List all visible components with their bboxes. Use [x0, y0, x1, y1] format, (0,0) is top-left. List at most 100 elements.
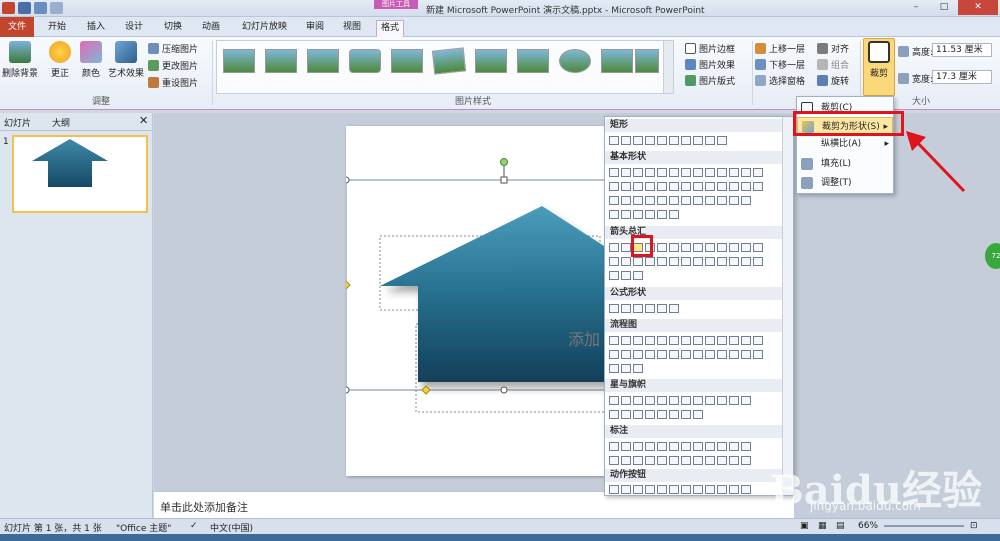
shape-option[interactable]	[657, 456, 667, 465]
shape-option[interactable]	[729, 396, 739, 405]
maximize-button[interactable]: □	[930, 0, 958, 15]
tab-animations[interactable]: 动画	[198, 20, 224, 37]
tab-slides[interactable]: 幻灯片	[4, 116, 31, 129]
tab-review[interactable]: 审阅	[302, 20, 328, 37]
shape-option[interactable]	[693, 442, 703, 451]
tab-home[interactable]: 开始	[44, 20, 70, 37]
shape-option[interactable]	[717, 168, 727, 177]
shape-option[interactable]	[729, 485, 739, 494]
picture-styles-gallery[interactable]	[216, 40, 674, 94]
shape-option[interactable]	[681, 396, 691, 405]
right-arrow-shape[interactable]	[609, 243, 619, 252]
shape-option[interactable]	[621, 271, 631, 280]
shape-option[interactable]	[717, 336, 727, 345]
shape-option[interactable]	[633, 442, 643, 451]
shape-option[interactable]	[741, 336, 751, 345]
shape-option[interactable]	[681, 168, 691, 177]
shape-option[interactable]	[729, 243, 739, 252]
picture-style-thumb[interactable]	[559, 49, 591, 73]
shape-option[interactable]	[753, 168, 763, 177]
shape-option[interactable]	[645, 136, 655, 145]
width-input[interactable]: 17.3 厘米	[932, 70, 992, 84]
divide-shape[interactable]	[645, 304, 655, 313]
shape-option[interactable]	[633, 485, 643, 494]
shape-option[interactable]	[729, 350, 739, 359]
shape-option[interactable]	[753, 257, 763, 266]
sorter-view-icon[interactable]: ▦	[818, 521, 827, 531]
shape-option[interactable]	[609, 396, 619, 405]
shape-option[interactable]	[717, 442, 727, 451]
shape-option[interactable]	[753, 243, 763, 252]
rotate-button[interactable]: 旋转	[817, 74, 849, 87]
shape-option[interactable]	[657, 336, 667, 345]
shape-option[interactable]	[609, 271, 619, 280]
artistic-effects-button[interactable]: 艺术效果	[106, 41, 146, 79]
shape-option[interactable]	[609, 336, 619, 345]
shape-option[interactable]	[657, 396, 667, 405]
shape-option[interactable]	[729, 196, 739, 205]
picture-style-thumb[interactable]	[349, 49, 381, 73]
shape-option[interactable]	[717, 243, 727, 252]
shapes-scrollbar[interactable]	[782, 117, 793, 495]
shape-option[interactable]	[645, 410, 655, 419]
tab-format[interactable]: 格式	[376, 20, 405, 37]
normal-view-icon[interactable]: ▣	[800, 521, 809, 531]
spellcheck-icon[interactable]: ✓	[190, 521, 198, 531]
shape-option[interactable]	[681, 196, 691, 205]
shape-option[interactable]	[633, 196, 643, 205]
picture-style-thumb[interactable]	[265, 49, 297, 73]
shape-option[interactable]	[717, 182, 727, 191]
picture-border-button[interactable]: 图片边框	[685, 42, 735, 55]
shape-option[interactable]	[621, 364, 631, 373]
shape-option[interactable]	[621, 136, 631, 145]
picture-style-thumb[interactable]	[223, 49, 255, 73]
slide-thumbnail[interactable]	[12, 135, 148, 213]
tab-file[interactable]: 文件	[0, 17, 34, 37]
shape-option[interactable]	[621, 257, 631, 266]
color-button[interactable]: 颜色	[77, 41, 105, 79]
shape-option[interactable]	[741, 485, 751, 494]
shape-option[interactable]	[657, 442, 667, 451]
shape-option[interactable]	[693, 410, 703, 419]
shape-option[interactable]	[621, 485, 631, 494]
shape-option[interactable]	[633, 396, 643, 405]
shape-option[interactable]	[705, 396, 715, 405]
height-input[interactable]: 11.53 厘米	[932, 43, 992, 57]
bring-forward-button[interactable]: 上移一层	[755, 42, 805, 55]
shape-option[interactable]	[681, 442, 691, 451]
shape-option[interactable]	[633, 456, 643, 465]
minus-shape[interactable]	[621, 304, 631, 313]
shape-option[interactable]	[645, 257, 655, 266]
shape-option[interactable]	[669, 485, 679, 494]
tab-design[interactable]: 设计	[121, 20, 147, 37]
shape-option[interactable]	[657, 410, 667, 419]
shape-option[interactable]	[681, 182, 691, 191]
group-button[interactable]: 组合	[817, 58, 849, 71]
shape-option[interactable]	[621, 168, 631, 177]
notes-placeholder[interactable]: 单击此处添加备注	[160, 499, 248, 515]
shape-option[interactable]	[681, 136, 691, 145]
fill-menu-item[interactable]: 填充(L)	[797, 155, 893, 173]
shape-option[interactable]	[645, 456, 655, 465]
shape-option[interactable]	[717, 196, 727, 205]
shape-option[interactable]	[645, 336, 655, 345]
shape-option[interactable]	[705, 196, 715, 205]
shape-option[interactable]	[669, 456, 679, 465]
shape-option[interactable]	[681, 243, 691, 252]
shape-option[interactable]	[741, 257, 751, 266]
shape-option[interactable]	[633, 364, 643, 373]
tab-outline[interactable]: 大纲	[52, 116, 70, 129]
shape-option[interactable]	[633, 336, 643, 345]
shape-option[interactable]	[669, 210, 679, 219]
picture-style-thumb[interactable]	[391, 49, 423, 73]
shape-option[interactable]	[693, 336, 703, 345]
shape-option[interactable]	[645, 210, 655, 219]
shape-option[interactable]	[621, 456, 631, 465]
shape-option[interactable]	[657, 168, 667, 177]
shape-option[interactable]	[741, 243, 751, 252]
picture-style-thumb[interactable]	[475, 49, 507, 73]
reading-view-icon[interactable]: ▤	[836, 521, 845, 531]
left-arrow-shape[interactable]	[621, 243, 631, 252]
shape-option[interactable]	[693, 485, 703, 494]
shape-option[interactable]	[681, 257, 691, 266]
